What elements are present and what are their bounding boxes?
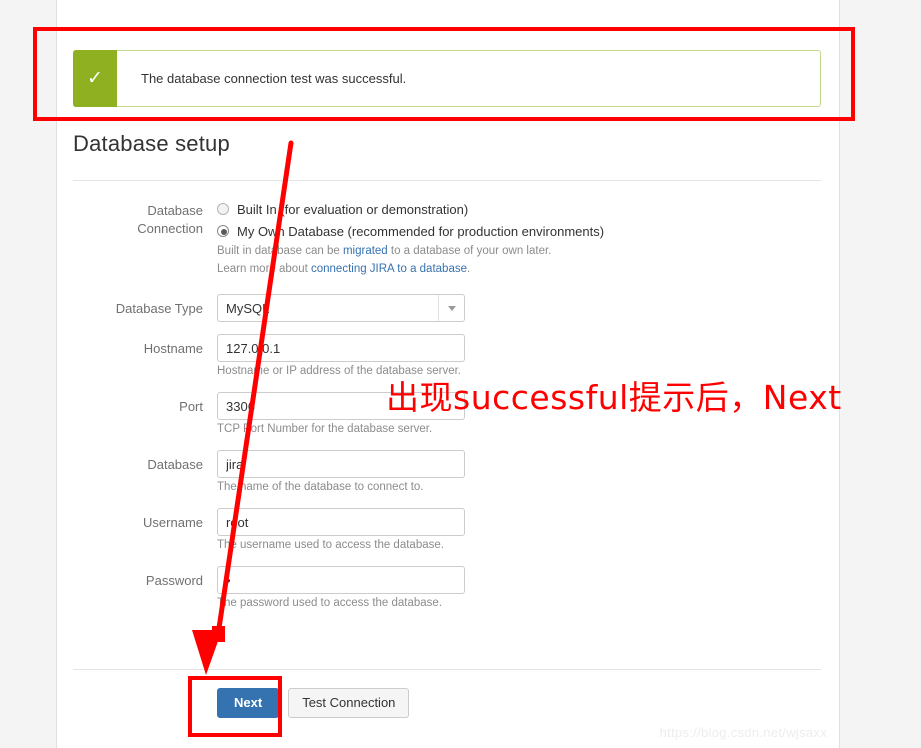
form-row-username: Username The username used to access the… [57, 508, 841, 554]
password-label: Password [145, 573, 203, 588]
database-connection-help-1: Built in database can be migrated to a d… [217, 242, 841, 260]
username-input[interactable] [217, 508, 465, 536]
next-button[interactable]: Next [217, 688, 280, 718]
chevron-down-icon[interactable] [438, 295, 464, 321]
check-icon: ✓ [87, 68, 103, 89]
divider-bottom [73, 669, 821, 670]
banner-message: The database connection test was success… [141, 71, 407, 86]
success-banner: ✓ The database connection test was succe… [73, 50, 821, 107]
database-connection-help-2: Learn more about connecting JIRA to a da… [217, 260, 841, 278]
test-connection-button[interactable]: Test Connection [288, 688, 410, 718]
database-type-label: Database Type [115, 301, 203, 316]
annotation-note-text: 出现successful提示后，Next [386, 378, 842, 417]
username-field: The username used to access the database… [217, 508, 841, 554]
divider-top [73, 180, 821, 181]
radio-option-built-in[interactable]: Built In (for evaluation or demonstratio… [217, 198, 841, 220]
database-label: Database [147, 457, 203, 472]
banner-icon-strip: ✓ [73, 50, 117, 107]
password-field: The password used to access the database… [217, 566, 841, 612]
database-connection-label-line1: Database [147, 203, 203, 218]
connecting-jira-link[interactable]: connecting JIRA to a database [311, 263, 467, 275]
page-title: Database setup [73, 131, 230, 156]
port-label: Port [179, 399, 203, 414]
database-help: The name of the database to connect to. [217, 481, 424, 493]
database-connection-options: Built In (for evaluation or demonstratio… [217, 198, 841, 278]
migrated-link[interactable]: migrated [343, 245, 388, 257]
hostname-input[interactable] [217, 334, 465, 362]
hostname-label: Hostname [143, 341, 203, 356]
database-connection-label: Database Connection [57, 198, 217, 238]
username-help: The username used to access the database… [217, 539, 444, 551]
database-type-field: MySQL [217, 294, 841, 322]
watermark: https://blog.csdn.net/wjsaxx [659, 725, 827, 740]
database-type-value: MySQL [226, 300, 270, 316]
radio-option-my-own-database[interactable]: My Own Database (recommended for product… [217, 220, 841, 242]
form-row-database-type: Database Type MySQL [57, 294, 841, 322]
button-bar: Next Test Connection [217, 688, 410, 718]
password-help: The password used to access the database… [217, 597, 443, 609]
radio-label-built-in: Built In (for evaluation or demonstratio… [237, 201, 469, 217]
radio-icon-built-in[interactable] [217, 203, 229, 215]
port-help: TCP Port Number for the database server. [217, 423, 433, 435]
form-row-database: Database The name of the database to con… [57, 450, 841, 496]
password-input[interactable] [217, 566, 465, 594]
database-field: The name of the database to connect to. [217, 450, 841, 496]
database-type-select[interactable]: MySQL [217, 294, 465, 322]
form-row-password: Password The password used to access the… [57, 566, 841, 612]
database-input[interactable] [217, 450, 465, 478]
username-label: Username [143, 515, 203, 530]
help-2-suffix: . [466, 263, 471, 275]
database-connection-label-line2: Connection [137, 221, 203, 236]
form-row-database-connection: Database Connection Built In (for evalua… [57, 198, 841, 278]
help-1-prefix: Built in database can be [217, 245, 343, 257]
radio-icon-my-own-database[interactable] [217, 225, 229, 237]
help-1-suffix: to a database of your own later. [387, 245, 552, 257]
radio-label-my-own-database: My Own Database (recommended for product… [237, 223, 605, 239]
help-2-prefix: Learn more about [217, 263, 311, 275]
